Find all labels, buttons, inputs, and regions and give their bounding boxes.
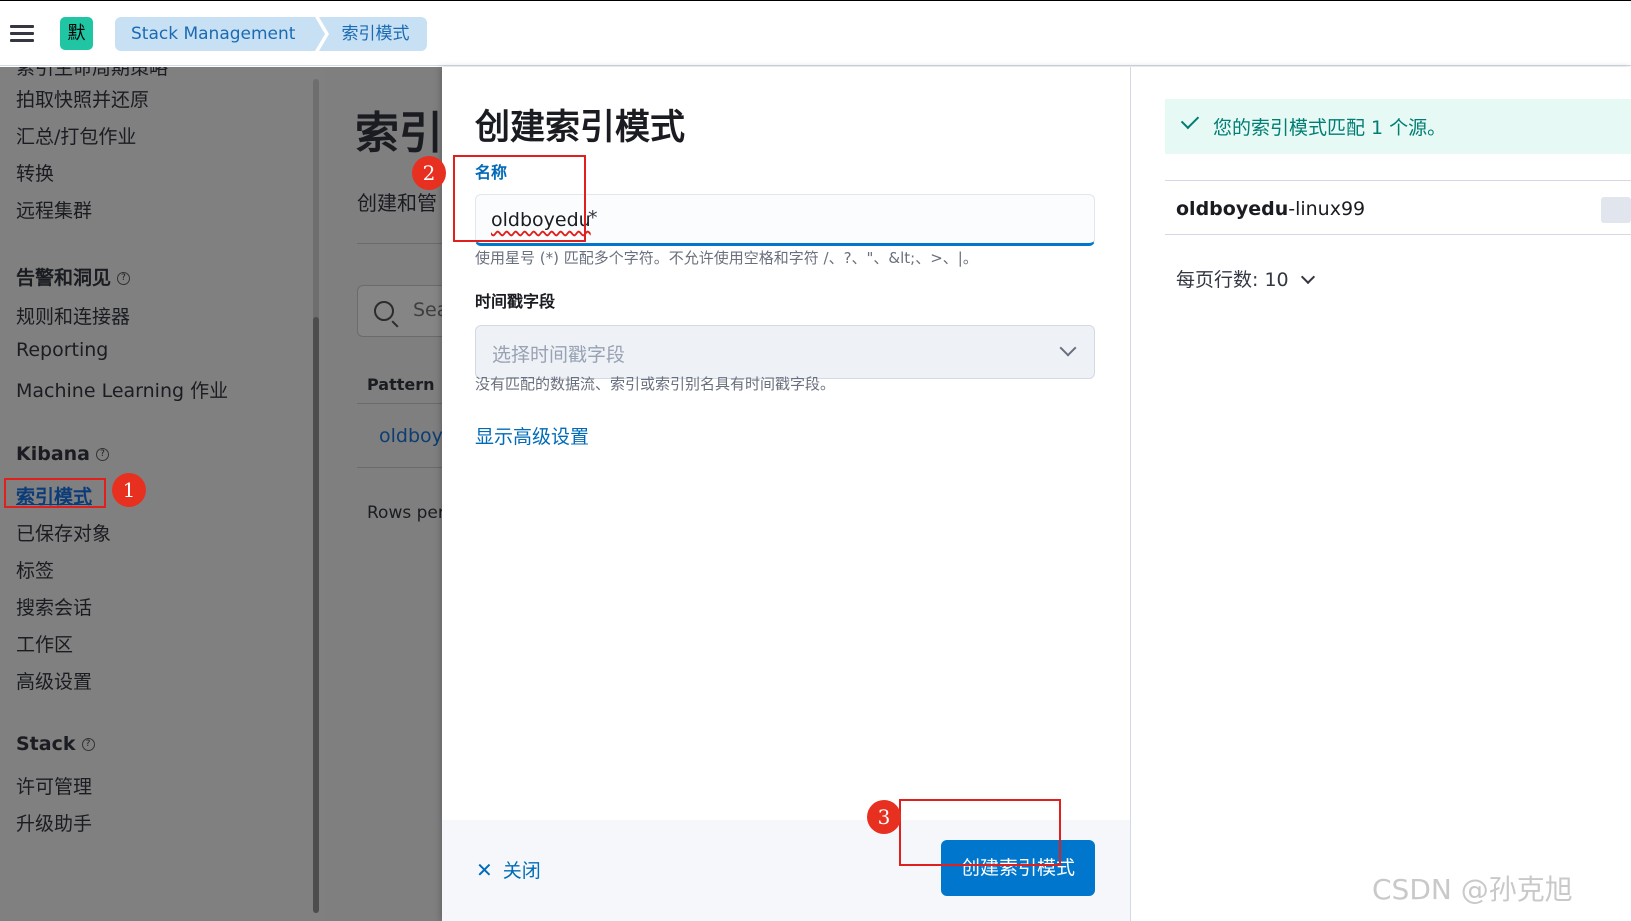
annotation-number-3: 3 xyxy=(867,800,901,834)
search-placeholder: Sea xyxy=(413,299,442,321)
index-pattern-link[interactable]: oldboy xyxy=(379,425,442,447)
create-index-pattern-flyout: 创建索引模式 名称 oldboyedu * 使用星号 (*) 匹配多个字符。不允… xyxy=(442,67,1631,921)
rows-per-page-selector[interactable]: 每页行数: 10 xyxy=(1176,265,1315,292)
help-icon[interactable]: ? xyxy=(81,738,95,751)
sidebar-item-advanced-settings[interactable]: 高级设置 xyxy=(16,667,92,694)
sidebar-item-search-sessions[interactable]: 搜索会话 xyxy=(16,593,92,620)
annotation-box-3 xyxy=(899,799,1061,866)
sidebar-item-tags[interactable]: 标签 xyxy=(16,556,54,583)
page-title: 索引 xyxy=(355,108,442,159)
breadcrumb-stack-management[interactable]: Stack Management xyxy=(115,17,326,51)
sidebar-item-snapshot[interactable]: 拍取快照并还原 xyxy=(16,85,149,112)
sidebar-scrollbar[interactable] xyxy=(313,79,319,913)
annotation-box-2 xyxy=(453,155,586,242)
sidebar-item-ml-jobs[interactable]: Machine Learning 作业 xyxy=(16,376,228,403)
top-header: 默 Stack Management 索引模式 xyxy=(0,0,1631,66)
chevron-down-icon xyxy=(1300,269,1315,285)
rows-per-page[interactable]: Rows per xyxy=(367,503,442,523)
flyout-title: 创建索引模式 xyxy=(475,108,686,148)
page-subtitle: 创建和管 xyxy=(357,191,437,215)
search-box[interactable]: Sea xyxy=(357,285,442,337)
help-icon[interactable]: ? xyxy=(117,272,131,285)
match-callout: 您的索引模式匹配 1 个源。 xyxy=(1165,99,1631,154)
rows-per-page-label: 每页行数: 10 xyxy=(1176,269,1289,291)
scrollbar-thumb[interactable] xyxy=(313,317,319,913)
sidebar-group-kibana: Kibana? xyxy=(16,443,110,465)
app-frame: 默 Stack Management 索引模式 索引生命周期策略 拍取快照并还原… xyxy=(0,0,1631,921)
matched-index: oldboyedu-linux99 xyxy=(1176,198,1365,220)
sidebar-item-reporting[interactable]: Reporting xyxy=(16,339,108,361)
divider xyxy=(357,467,442,468)
sidebar-group-alerts-label: 告警和洞见 xyxy=(16,267,112,289)
timestamp-placeholder: 选择时间戳字段 xyxy=(492,344,626,366)
close-button-label: 关闭 xyxy=(502,860,541,882)
annotation-box-1 xyxy=(4,478,106,508)
index-type-badge xyxy=(1601,197,1631,223)
help-icon[interactable]: ? xyxy=(96,448,110,461)
close-icon: ✕ xyxy=(476,858,493,882)
divider xyxy=(1165,234,1631,235)
menu-icon[interactable] xyxy=(10,25,34,43)
annotation-number-2: 2 xyxy=(412,156,446,190)
sidebar-group-stack: Stack? xyxy=(16,733,95,755)
matched-index-rest: -linux99 xyxy=(1288,198,1366,220)
name-help-text: 使用星号 (*) 匹配多个字符。不允许使用空格和字符 /、?、"、&lt;、>、… xyxy=(475,249,978,267)
flyout-results-panel: 您的索引模式匹配 1 个源。 oldboyedu-linux99 每页行数: 1… xyxy=(1131,67,1631,921)
sidebar-item-workspaces[interactable]: 工作区 xyxy=(16,630,73,657)
sidebar-item-upgrade-assistant[interactable]: 升级助手 xyxy=(16,809,92,836)
chevron-down-icon xyxy=(1059,339,1077,357)
background-page: 索引 创建和管 Sea Pattern ↑ oldboy Rows per xyxy=(325,67,442,921)
check-icon xyxy=(1180,110,1200,130)
timestamp-label: 时间戳字段 xyxy=(475,292,556,311)
sidebar-item-rollup[interactable]: 汇总/打包作业 xyxy=(16,122,136,149)
sidebar-group-alerts: 告警和洞见? xyxy=(16,263,131,290)
column-header-pattern[interactable]: Pattern ↑ xyxy=(367,375,442,394)
divider xyxy=(357,243,442,244)
sidebar-item-saved-objects[interactable]: 已保存对象 xyxy=(16,519,111,546)
sidebar-item-remote-clusters[interactable]: 远程集群 xyxy=(16,196,92,223)
annotation-number-1: 1 xyxy=(112,473,146,507)
show-advanced-settings-link[interactable]: 显示高级设置 xyxy=(475,422,589,449)
sidebar-item-transform[interactable]: 转换 xyxy=(16,159,54,186)
space-avatar[interactable]: 默 xyxy=(60,17,93,50)
timestamp-select[interactable]: 选择时间戳字段 xyxy=(475,325,1095,379)
close-button[interactable]: ✕ 关闭 xyxy=(476,856,541,883)
breadcrumb: Stack Management 索引模式 xyxy=(115,17,428,51)
name-input-suffix: * xyxy=(588,207,598,229)
divider xyxy=(1165,180,1631,181)
timestamp-help-text: 没有匹配的数据流、索引或索引别名具有时间戳字段。 xyxy=(475,375,836,393)
breadcrumb-index-patterns: 索引模式 xyxy=(319,17,428,51)
matched-index-bold: oldboyedu xyxy=(1176,198,1289,220)
match-callout-text: 您的索引模式匹配 1 个源。 xyxy=(1213,117,1447,139)
search-icon xyxy=(374,301,394,321)
sidebar-group-stack-label: Stack xyxy=(16,733,76,755)
sidebar-group-kibana-label: Kibana xyxy=(16,443,91,465)
sidebar-item-rules[interactable]: 规则和连接器 xyxy=(16,302,130,329)
sidebar-item-license[interactable]: 许可管理 xyxy=(16,772,92,799)
sidebar-item-ilm[interactable]: 索引生命周期策略 xyxy=(16,67,168,80)
watermark: CSDN @孙克旭 xyxy=(1372,873,1573,906)
divider xyxy=(357,403,442,404)
